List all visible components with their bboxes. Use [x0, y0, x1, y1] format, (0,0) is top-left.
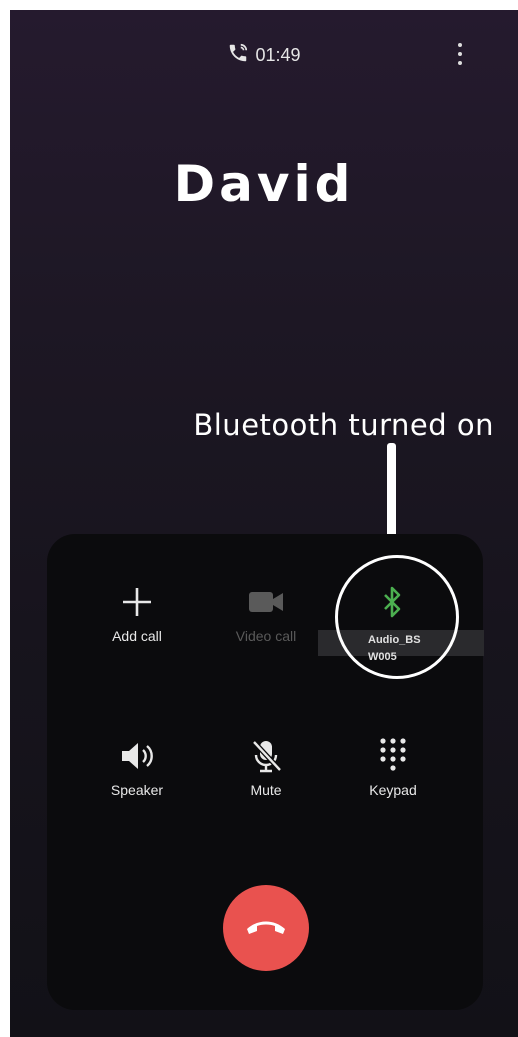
call-timer: 01:49 [255, 44, 301, 65]
bluetooth-highlight-circle [335, 555, 459, 679]
add-call-label: Add call [112, 628, 162, 644]
call-screen: 01:49 David Bluetooth turned on Add call… [10, 10, 518, 1037]
call-icon [227, 42, 249, 69]
keypad-button[interactable]: Keypad [333, 734, 453, 798]
annotation-label: Bluetooth turned on [193, 408, 494, 442]
call-status-bar: 01:49 [10, 42, 518, 68]
speaker-button[interactable]: Speaker [77, 734, 197, 798]
caller-name: David [173, 155, 355, 213]
video-call-label: Video call [235, 628, 297, 644]
video-call-button[interactable]: Video call [206, 580, 326, 644]
more-options-icon[interactable] [452, 40, 468, 68]
speaker-icon [77, 734, 197, 778]
plus-icon [77, 580, 197, 624]
keypad-icon [333, 734, 453, 778]
keypad-label: Keypad [369, 782, 417, 798]
add-call-button[interactable]: Add call [77, 580, 197, 644]
mute-icon [206, 734, 326, 778]
speaker-label: Speaker [110, 782, 164, 798]
mute-button[interactable]: Mute [206, 734, 326, 798]
video-icon [206, 580, 326, 624]
end-call-button[interactable] [223, 885, 309, 971]
end-call-icon [244, 916, 288, 941]
mute-label: Mute [250, 782, 282, 798]
